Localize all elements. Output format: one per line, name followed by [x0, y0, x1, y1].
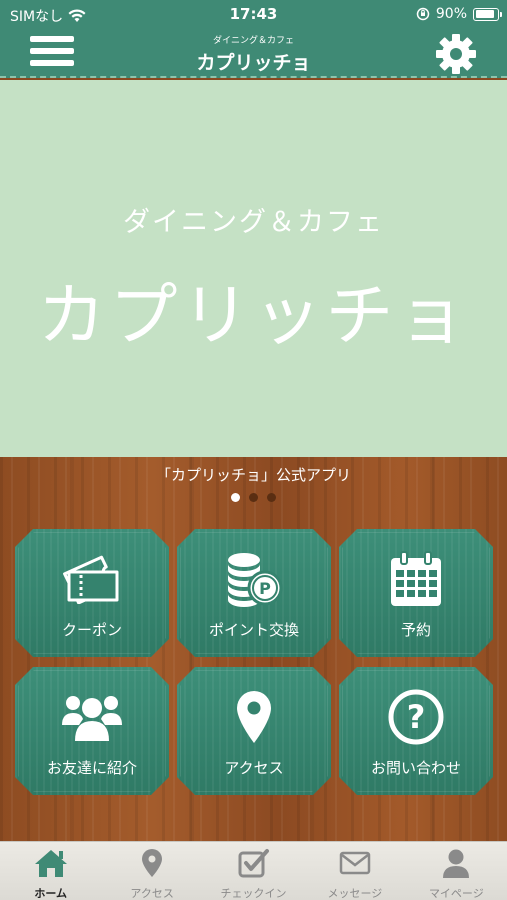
- hero-subtitle: ダイニング＆カフェ: [123, 207, 384, 238]
- hero-banner[interactable]: ダイニング＆カフェ カプリッチョ: [0, 80, 507, 457]
- battery-level: [475, 10, 495, 18]
- battery-percent: 90%: [435, 6, 467, 22]
- reservation-button[interactable]: 予約: [339, 529, 493, 657]
- tab-home[interactable]: ホーム: [0, 842, 101, 900]
- question-icon: ?: [388, 689, 444, 745]
- status-bar: SIMなし 17:43 90%: [0, 0, 507, 28]
- home-icon: [34, 850, 67, 877]
- mail-icon: [339, 851, 371, 875]
- svg-text:P: P: [259, 579, 271, 598]
- user-icon: [443, 849, 470, 878]
- nav-subtitle: ダイニング＆カフェ: [212, 36, 294, 46]
- tab-label: アクセス: [130, 887, 174, 900]
- page-indicator: [0, 493, 507, 502]
- page-dot[interactable]: [249, 493, 258, 502]
- coupon-label: クーポン: [61, 621, 122, 639]
- tab-messages[interactable]: メッセージ: [304, 842, 405, 900]
- battery-icon: [473, 7, 502, 21]
- checkin-icon: [238, 849, 269, 878]
- refer-friend-button[interactable]: お友達に紹介: [15, 667, 169, 795]
- nav-title: カプリッチョ: [196, 52, 311, 74]
- access-label: アクセス: [224, 759, 284, 777]
- tab-label: チェックイン: [220, 887, 287, 900]
- orientation-lock-icon: [416, 7, 430, 21]
- group-icon: [62, 696, 122, 741]
- tab-label: マイページ: [428, 887, 484, 900]
- refer-friend-label: お友達に紹介: [46, 759, 137, 777]
- nav-bar: ダイニング＆カフェ カプリッチョ: [0, 28, 507, 78]
- status-right: 90%: [416, 6, 502, 22]
- tab-bar: ホーム アクセス チェックイン メッセージ マイページ: [0, 841, 507, 900]
- hero-title: カプリッチョ: [37, 277, 470, 356]
- page-dot[interactable]: [231, 493, 240, 502]
- page-dot[interactable]: [267, 493, 276, 502]
- banner-caption: 「カプリッチョ」公式アプリ: [155, 466, 351, 484]
- point-exchange-button[interactable]: P ポイント交換: [177, 529, 331, 657]
- tab-label: ホーム: [34, 887, 68, 900]
- coupon-button[interactable]: クーポン: [15, 529, 169, 657]
- location-pin-icon: [142, 849, 163, 877]
- settings-button[interactable]: [435, 33, 477, 75]
- tab-label: メッセージ: [327, 887, 383, 900]
- access-button[interactable]: アクセス: [177, 667, 331, 795]
- svg-text:?: ?: [407, 698, 426, 736]
- reservation-label: 予約: [400, 621, 431, 639]
- point-exchange-label: ポイント交換: [208, 621, 299, 639]
- tab-mypage[interactable]: マイページ: [406, 842, 507, 900]
- menu-area: 「カプリッチョ」公式アプリ クーポン P ポイント交換 予約 お友達に紹介 アク…: [0, 457, 507, 841]
- coins-icon: P: [228, 553, 283, 607]
- ticket-icon: [63, 555, 119, 604]
- contact-label: お問い合わせ: [370, 759, 461, 777]
- tab-checkin[interactable]: チェックイン: [203, 842, 304, 900]
- tab-access[interactable]: アクセス: [101, 842, 202, 900]
- contact-button[interactable]: ? お問い合わせ: [339, 667, 493, 795]
- calendar-icon: [391, 551, 441, 606]
- location-pin-icon: [237, 691, 271, 743]
